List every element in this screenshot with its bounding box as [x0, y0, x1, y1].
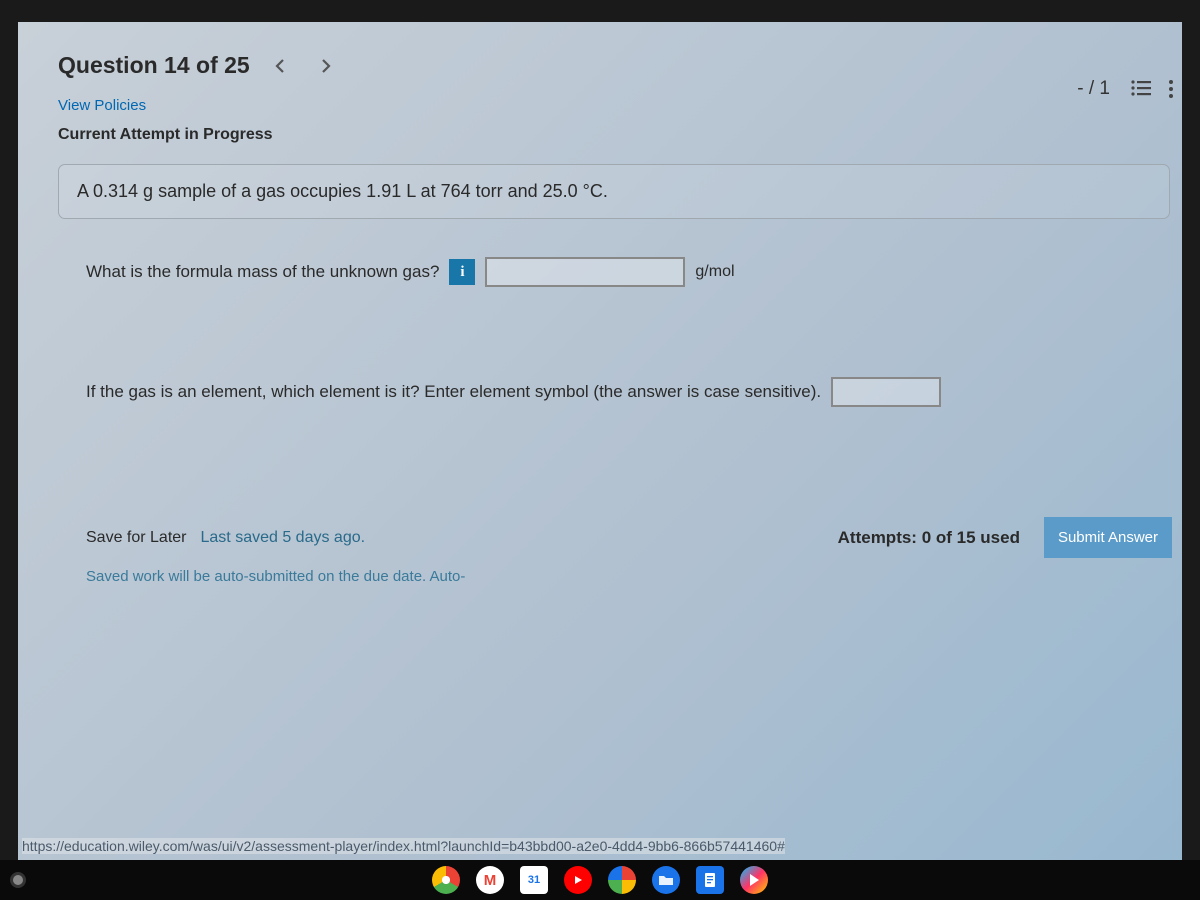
launcher-button[interactable]: [10, 872, 26, 888]
question-1-text: What is the formula mass of the unknown …: [86, 262, 439, 282]
info-button[interactable]: i: [449, 259, 475, 285]
footer-bar: Save for Later Last saved 5 days ago. At…: [86, 517, 1172, 558]
attempts-label: Attempts: 0 of 15 used: [838, 528, 1020, 548]
chrome-app-icon[interactable]: [432, 866, 460, 894]
attempt-status: Current Attempt in Progress: [58, 126, 1182, 144]
question-2-block: If the gas is an element, which element …: [86, 377, 1162, 407]
gmail-app-icon[interactable]: M: [476, 866, 504, 894]
formula-mass-input[interactable]: [485, 257, 685, 287]
next-question-button[interactable]: [310, 54, 342, 78]
question-1-block: What is the formula mass of the unknown …: [86, 257, 1162, 287]
save-for-later-button[interactable]: Save for Later: [86, 529, 187, 547]
play-icon: [572, 874, 584, 886]
kebab-icon: [1168, 79, 1174, 99]
last-saved-label: Last saved 5 days ago.: [201, 529, 366, 547]
status-bar-url: https://education.wiley.com/was/ui/v2/as…: [22, 838, 785, 854]
taskbar: M 31: [0, 860, 1200, 900]
docs-app-icon[interactable]: [696, 866, 724, 894]
chevron-right-icon: [320, 58, 332, 74]
triangle-icon: [747, 873, 761, 887]
youtube-app-icon[interactable]: [564, 866, 592, 894]
calendar-app-icon[interactable]: 31: [520, 866, 548, 894]
score-text: - / 1: [1077, 78, 1110, 100]
folder-icon: [658, 874, 674, 886]
chevron-left-icon: [274, 58, 286, 74]
unit-label: g/mol: [695, 263, 734, 281]
more-options-button[interactable]: [1168, 79, 1174, 99]
question-2-text: If the gas is an element, which element …: [86, 382, 821, 402]
question-list-button[interactable]: [1130, 79, 1152, 99]
submit-answer-button[interactable]: Submit Answer: [1044, 517, 1172, 558]
view-policies-link[interactable]: View Policies: [58, 97, 146, 114]
photos-app-icon[interactable]: [608, 866, 636, 894]
list-icon: [1130, 79, 1152, 97]
question-header: Question 14 of 25: [58, 52, 1182, 79]
question-title: Question 14 of 25: [58, 52, 250, 79]
doc-icon: [703, 872, 717, 888]
auto-submit-note: Saved work will be auto-submitted on the…: [86, 568, 1182, 585]
score-bar: - / 1: [1077, 78, 1174, 100]
files-app-icon[interactable]: [652, 866, 680, 894]
info-icon: i: [460, 264, 464, 281]
problem-statement: A 0.314 g sample of a gas occupies 1.91 …: [58, 164, 1170, 219]
play-store-icon[interactable]: [740, 866, 768, 894]
prev-question-button[interactable]: [264, 54, 296, 78]
element-symbol-input[interactable]: [831, 377, 941, 407]
